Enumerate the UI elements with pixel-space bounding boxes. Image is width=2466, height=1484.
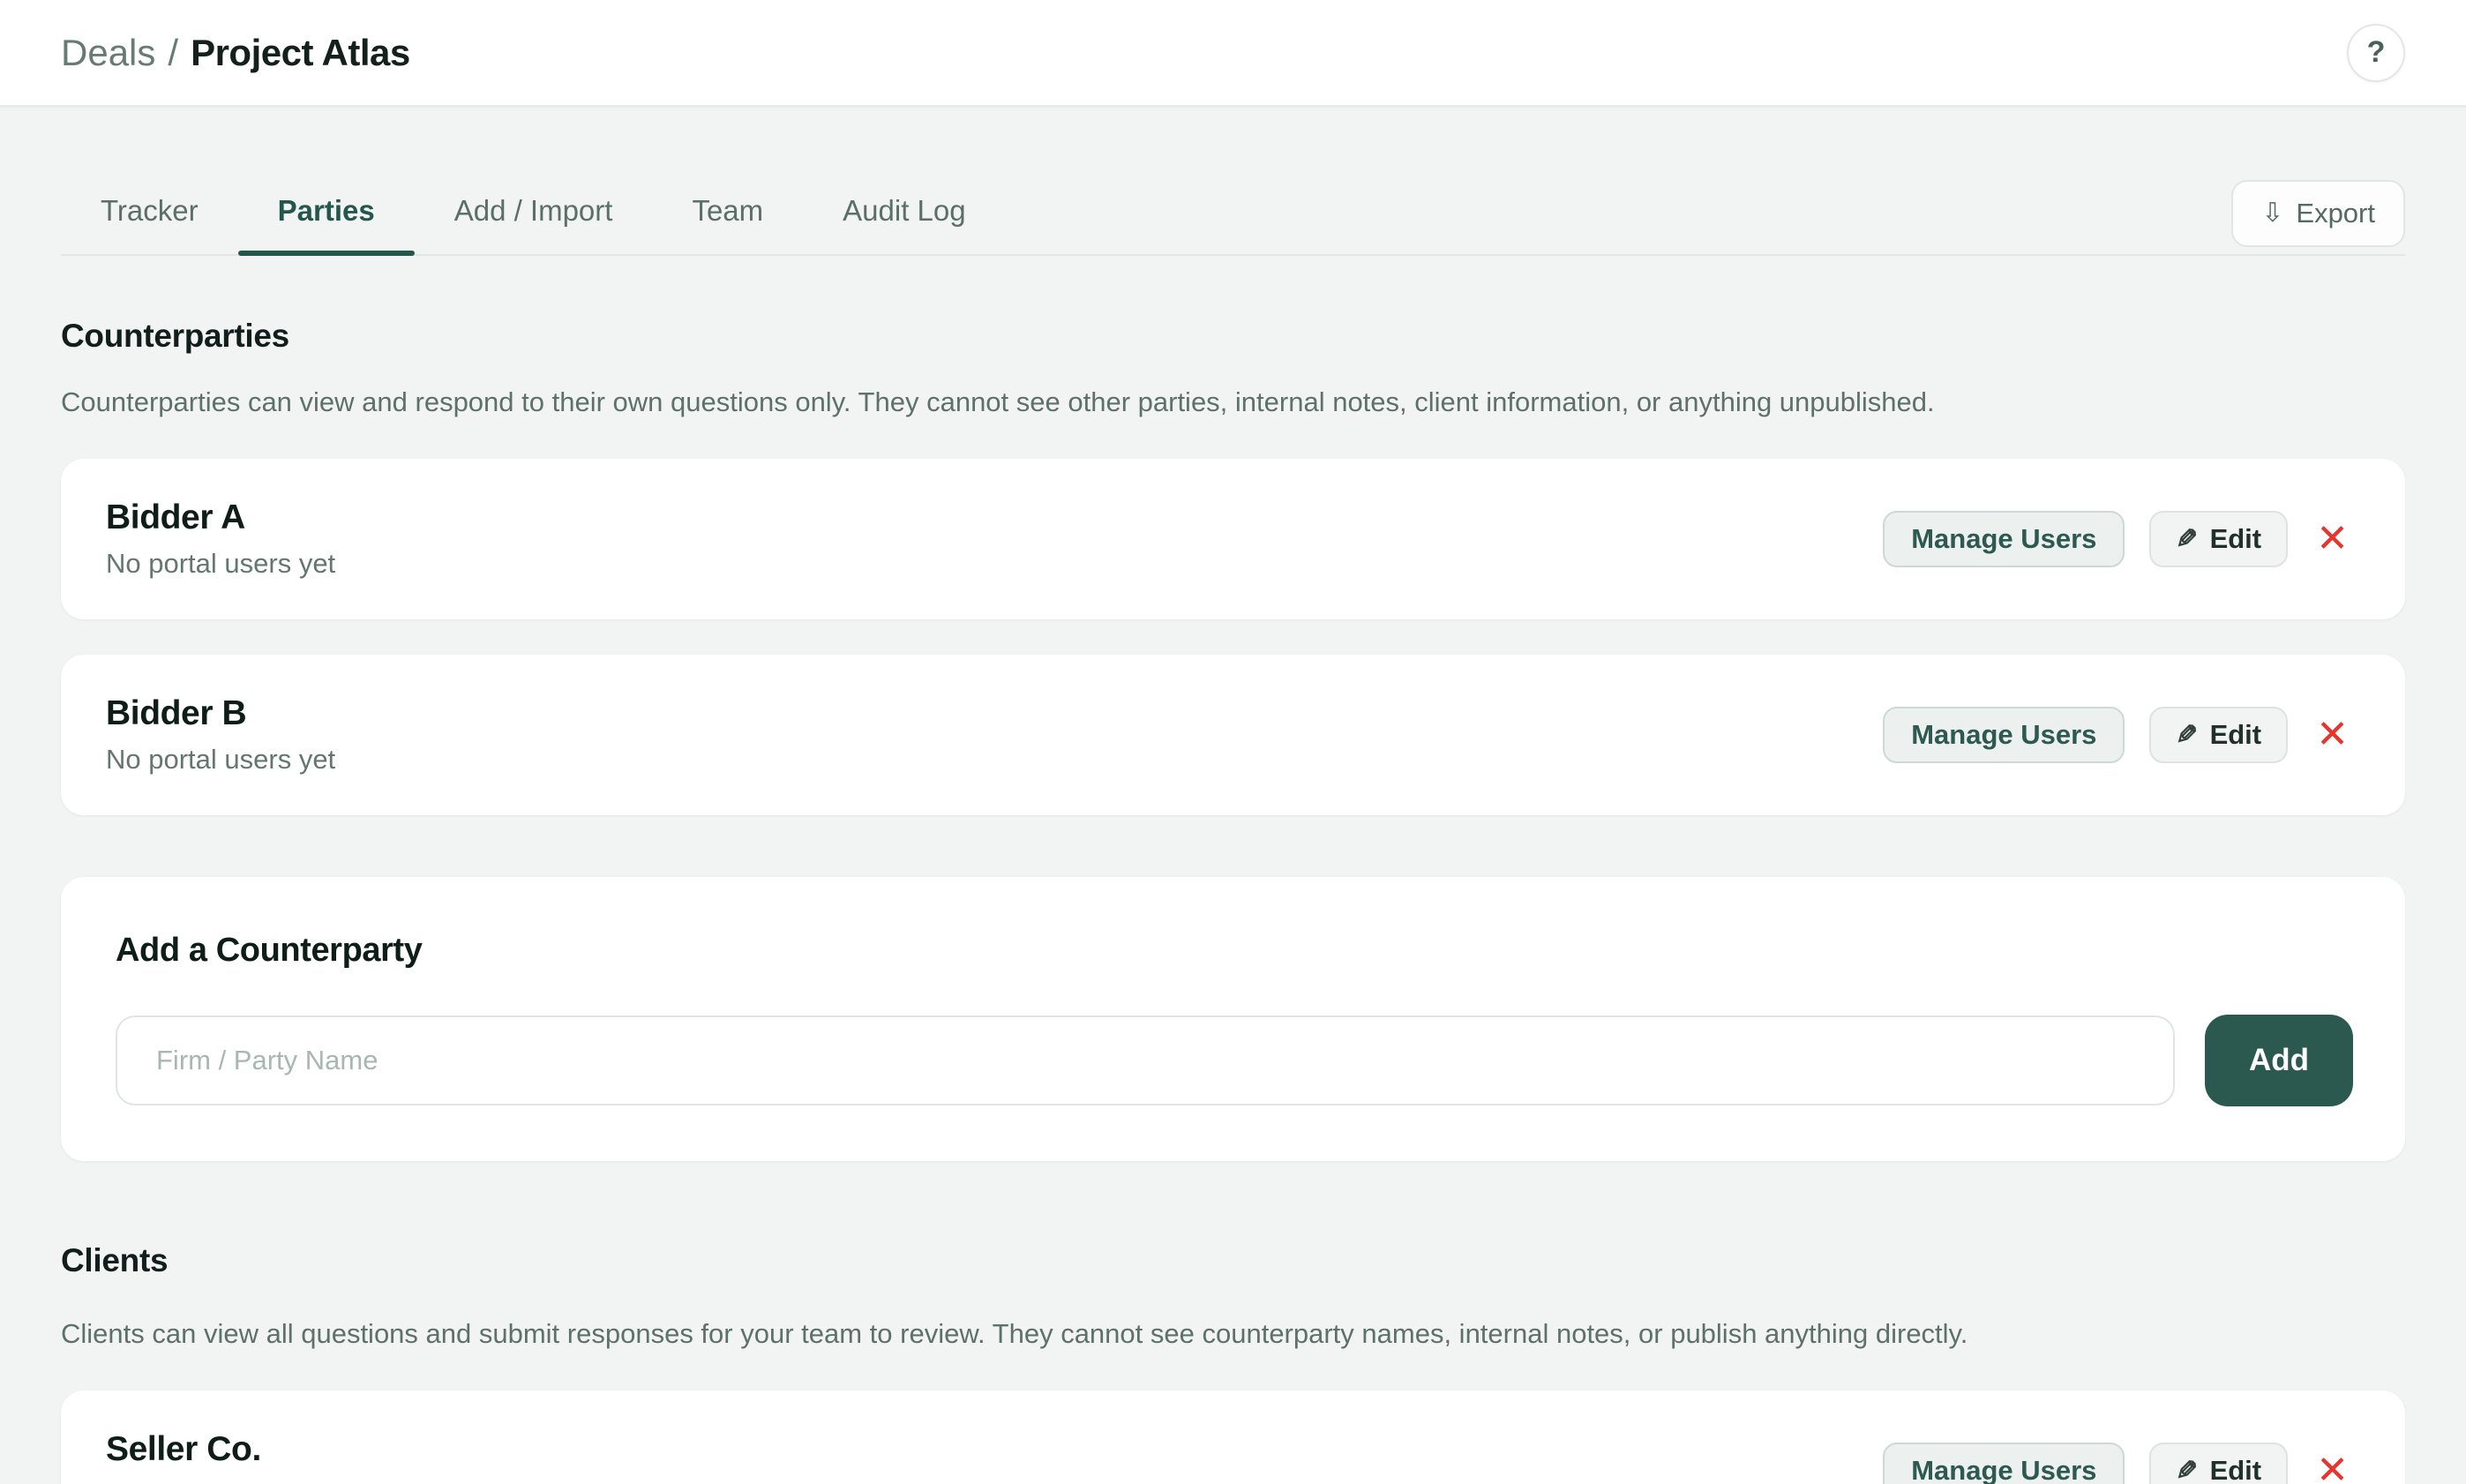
- party-info: Bidder B No portal users yet: [106, 694, 335, 776]
- edit-button-label: Edit: [2210, 719, 2262, 751]
- edit-button[interactable]: ✎ Edit: [2149, 707, 2288, 763]
- party-info: Bidder A No portal users yet: [106, 498, 335, 580]
- party-actions: Manage Users ✎ Edit ✕: [1883, 707, 2352, 763]
- add-counterparty-form: Add: [116, 1015, 2353, 1106]
- clients-section-title: Clients: [61, 1242, 2405, 1279]
- export-button-label: Export: [2296, 198, 2375, 229]
- add-counterparty-card: Add a Counterparty Add: [61, 877, 2405, 1161]
- breadcrumb-separator: /: [168, 32, 178, 74]
- counterparties-section-description: Counterparties can view and respond to t…: [61, 386, 2405, 418]
- breadcrumb-section[interactable]: Deals: [61, 32, 155, 74]
- party-status: No portal users yet: [106, 1480, 335, 1484]
- manage-users-button[interactable]: Manage Users: [1883, 511, 2125, 567]
- edit-button-label: Edit: [2210, 1455, 2262, 1484]
- tab-add-import[interactable]: Add / Import: [415, 194, 653, 254]
- client-list: Seller Co. No portal users yet Manage Us…: [61, 1390, 2405, 1484]
- export-button[interactable]: ⇩ Export: [2231, 180, 2405, 247]
- remove-party-button[interactable]: ✕: [2312, 716, 2352, 754]
- close-icon: ✕: [2316, 1448, 2349, 1484]
- edit-button-label: Edit: [2210, 523, 2262, 555]
- add-counterparty-title: Add a Counterparty: [116, 930, 2353, 971]
- pencil-icon: ✎: [2176, 720, 2198, 751]
- remove-party-button[interactable]: ✕: [2312, 520, 2352, 558]
- tab-tracker[interactable]: Tracker: [61, 194, 238, 254]
- tab-team[interactable]: Team: [652, 194, 803, 254]
- edit-button[interactable]: ✎ Edit: [2149, 511, 2288, 567]
- tabs-bar: Tracker Parties Add / Import Team Audit …: [61, 108, 2405, 256]
- page-title: Project Atlas: [191, 32, 410, 74]
- breadcrumb: Deals / Project Atlas: [61, 32, 410, 74]
- party-status: No portal users yet: [106, 548, 335, 580]
- add-button[interactable]: Add: [2205, 1015, 2353, 1106]
- tab-parties[interactable]: Parties: [238, 194, 415, 254]
- counterparty-list: Bidder A No portal users yet Manage User…: [61, 459, 2405, 815]
- question-mark-icon: ?: [2367, 35, 2386, 70]
- remove-party-button[interactable]: ✕: [2312, 1451, 2352, 1484]
- party-actions: Manage Users ✎ Edit ✕: [1883, 511, 2352, 567]
- close-icon: ✕: [2316, 712, 2349, 757]
- party-name: Bidder B: [106, 694, 335, 733]
- party-actions: Manage Users ✎ Edit ✕: [1883, 1443, 2352, 1484]
- party-name: Bidder A: [106, 498, 335, 537]
- party-info: Seller Co. No portal users yet: [106, 1430, 335, 1484]
- client-row: Seller Co. No portal users yet Manage Us…: [61, 1390, 2405, 1484]
- download-arrow-icon: ⇩: [2261, 200, 2283, 227]
- counterparty-row: Bidder B No portal users yet Manage User…: [61, 655, 2405, 815]
- pencil-icon: ✎: [2176, 1456, 2198, 1484]
- counterparty-row: Bidder A No portal users yet Manage User…: [61, 459, 2405, 619]
- tab-list: Tracker Parties Add / Import Team Audit …: [61, 194, 1006, 254]
- manage-users-button[interactable]: Manage Users: [1883, 1443, 2125, 1484]
- main-content: Tracker Parties Add / Import Team Audit …: [0, 108, 2466, 1484]
- party-status: No portal users yet: [106, 744, 335, 776]
- edit-button[interactable]: ✎ Edit: [2149, 1443, 2288, 1484]
- clients-section-description: Clients can view all questions and submi…: [61, 1318, 2405, 1350]
- help-button[interactable]: ?: [2347, 24, 2405, 82]
- counterparties-section-title: Counterparties: [61, 318, 2405, 355]
- party-name: Seller Co.: [106, 1430, 335, 1469]
- pencil-icon: ✎: [2176, 524, 2198, 555]
- close-icon: ✕: [2316, 516, 2349, 561]
- firm-party-name-input[interactable]: [116, 1016, 2175, 1106]
- tab-audit-log[interactable]: Audit Log: [803, 194, 1005, 254]
- manage-users-button[interactable]: Manage Users: [1883, 707, 2125, 763]
- top-header: Deals / Project Atlas ?: [0, 0, 2466, 108]
